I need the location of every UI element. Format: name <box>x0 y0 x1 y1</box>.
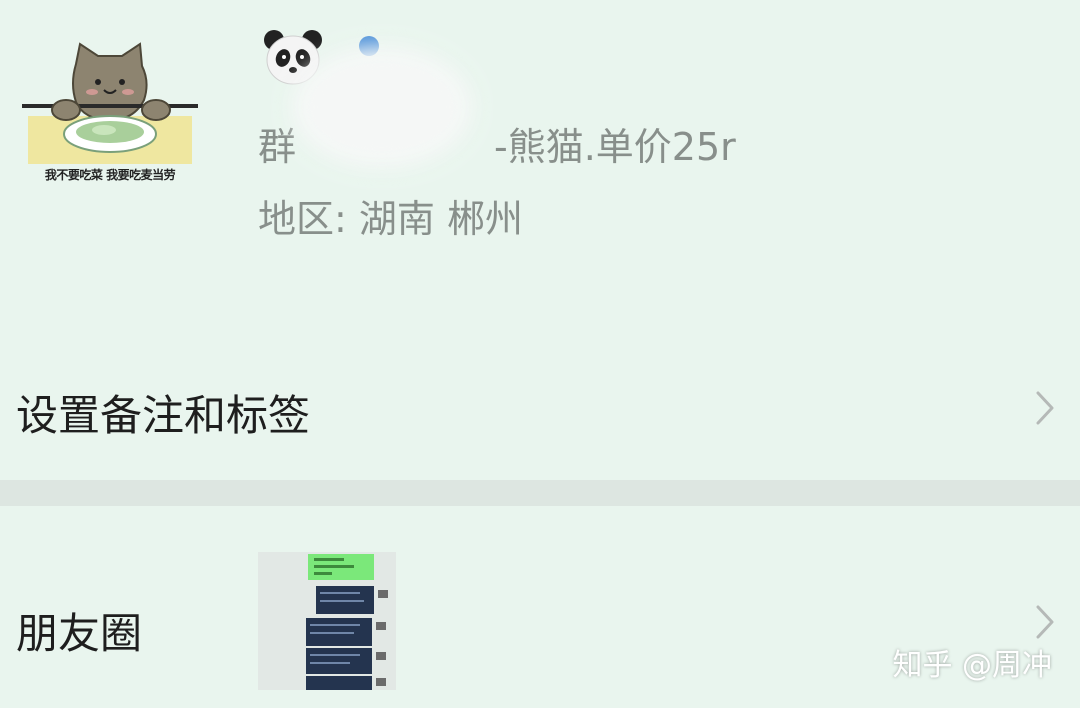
chevron-right-icon <box>1036 605 1054 639</box>
cat-avatar-icon <box>22 42 198 164</box>
profile-header: 我不要吃菜 我要吃麦当劳 群 -熊猫.单价25r 地区: 湖南 郴州 <box>0 0 1080 350</box>
group-suffix: -熊猫.单价25r <box>494 125 736 169</box>
moments-thumbnail[interactable] <box>258 552 396 690</box>
group-prefix: 群 <box>258 125 297 169</box>
set-remark-tags-row[interactable]: 设置备注和标签 <box>0 360 1080 456</box>
watermark: 知乎 @周冲 <box>892 648 1052 683</box>
region-info: 地区: 湖南 郴州 <box>258 188 523 243</box>
region-label: 地区: <box>258 197 347 241</box>
chevron-right-icon <box>1036 391 1054 425</box>
chat-screenshot-thumbnail <box>258 552 396 690</box>
avatar[interactable]: 我不要吃菜 我要吃麦当劳 <box>18 36 202 188</box>
set-remark-tags-label: 设置备注和标签 <box>16 391 311 440</box>
moments-label: 朋友圈 <box>16 609 143 658</box>
privacy-blur <box>292 46 472 168</box>
region-value: 湖南 郴州 <box>358 197 523 241</box>
section-divider <box>0 480 1080 506</box>
avatar-caption: 我不要吃菜 我要吃麦当劳 <box>44 168 176 182</box>
